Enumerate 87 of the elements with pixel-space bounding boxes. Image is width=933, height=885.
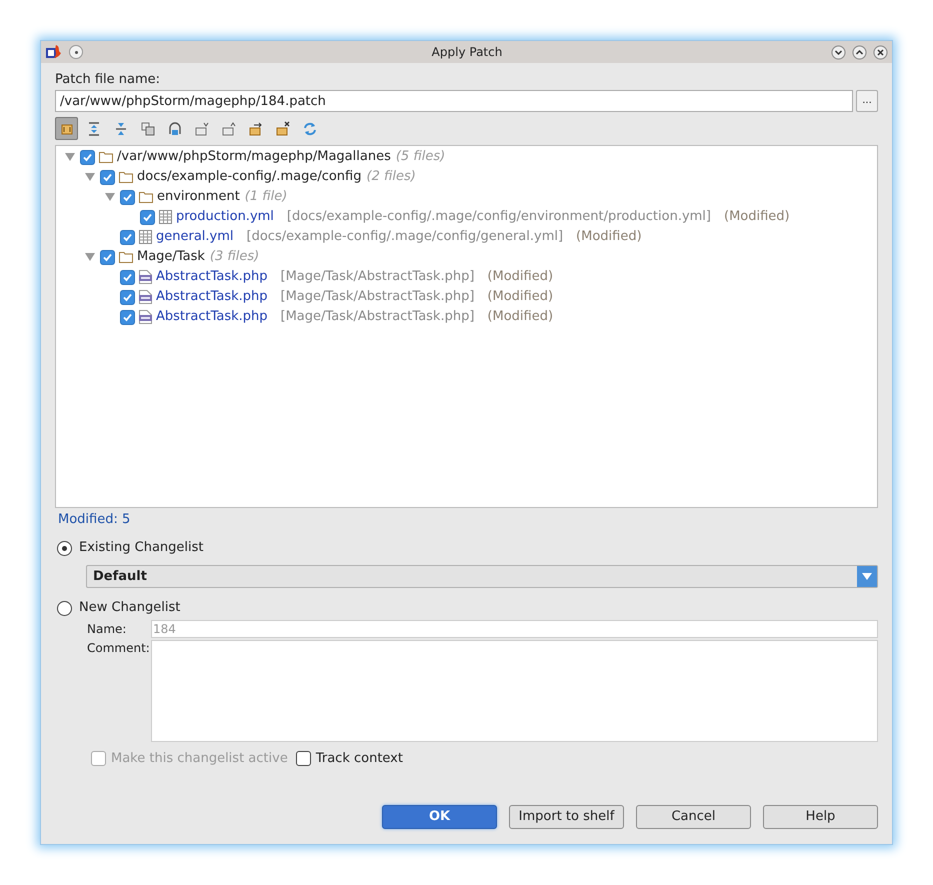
- checkbox[interactable]: [80, 150, 95, 164]
- file-name: general.yml: [156, 228, 234, 246]
- folder-name: environment: [157, 188, 240, 206]
- php-file-icon: [139, 290, 152, 304]
- strip-directories-icon: [166, 120, 182, 136]
- copy-icon: [140, 120, 156, 136]
- file-status: (Modified): [724, 208, 790, 226]
- checkmark-icon: [122, 192, 133, 202]
- folder-icon: [99, 151, 113, 163]
- file-path: [Mage/Task/AbstractTask.php]: [280, 308, 474, 326]
- file-name: AbstractTask.php: [156, 268, 268, 286]
- checkmark-icon: [122, 272, 133, 282]
- expanded-arrow-icon[interactable]: [105, 193, 115, 201]
- folder-name: Mage/Task: [137, 248, 205, 266]
- summary-text: Modified: 5: [58, 512, 132, 528]
- grid-file-icon: [159, 210, 172, 224]
- file-name: AbstractTask.php: [156, 288, 268, 306]
- file-path: [docs/example-config/.mage/config/general.yml]: [246, 228, 564, 246]
- expanded-arrow-icon[interactable]: [65, 153, 75, 161]
- checkbox[interactable]: [120, 310, 135, 324]
- app-logo-icon: [45, 43, 63, 61]
- pin-button[interactable]: [69, 45, 83, 59]
- folder-remove-icon: [274, 120, 290, 136]
- expanded-arrow-icon[interactable]: [85, 173, 95, 181]
- checkmark-icon: [82, 152, 93, 162]
- close-icon[interactable]: [873, 44, 888, 60]
- folder-up-icon: [220, 120, 236, 136]
- file-status: (Modified): [487, 288, 554, 306]
- expanded-arrow-icon[interactable]: [85, 253, 95, 261]
- folder-name: /var/www/phpStorm/magephp/Magallanes: [117, 148, 391, 166]
- field-label: Patch file name:: [55, 71, 162, 89]
- comment-label: Comment:: [87, 640, 151, 656]
- checkmark-icon: [122, 292, 133, 302]
- file-path: [Mage/Task/AbstractTask.php]: [280, 268, 474, 286]
- checkbox[interactable]: [140, 210, 155, 224]
- checkbox[interactable]: [120, 230, 135, 244]
- browse-button[interactable]: ...: [856, 90, 878, 112]
- patch-file-field[interactable]: /var/www/phpStorm/magephp/184.patch: [55, 90, 853, 112]
- checkmark-icon: [122, 312, 133, 322]
- checkmark-icon: [102, 252, 113, 262]
- maximize-icon[interactable]: [852, 44, 867, 60]
- folder-name: docs/example-config/.mage/config: [137, 168, 362, 186]
- folder-arrow-icon: [248, 120, 264, 136]
- dialog-button[interactable]: Cancel: [636, 805, 751, 829]
- refresh-icon: [302, 120, 318, 136]
- folder-icon: [139, 191, 153, 203]
- folder-icon: [119, 251, 133, 263]
- checkbox[interactable]: [100, 170, 115, 184]
- dialog-button[interactable]: Help: [763, 805, 878, 829]
- file-status: (Modified): [576, 228, 642, 246]
- folder-down-icon: [194, 120, 210, 136]
- checkbox[interactable]: [120, 290, 135, 304]
- window-title: Apply Patch: [430, 44, 504, 61]
- checkmark-icon: [122, 232, 133, 242]
- checkbox[interactable]: [120, 270, 135, 284]
- checkbox[interactable]: [296, 751, 311, 766]
- comment-field[interactable]: [151, 640, 878, 742]
- file-path: [docs/example-config/.mage/config/environment/production.yml]: [286, 208, 711, 226]
- radio-button[interactable]: [57, 540, 72, 556]
- grid-file-icon: [139, 230, 152, 244]
- file-count: (2 files): [366, 168, 416, 186]
- file-name: production.yml: [176, 208, 274, 226]
- dialog-button[interactable]: OK: [382, 805, 497, 829]
- file-status: (Modified): [487, 308, 554, 326]
- checkmark-icon: [102, 172, 113, 182]
- checkbox-label: Make this changelist active: [111, 750, 288, 768]
- checkbox[interactable]: [120, 190, 135, 204]
- radio-button[interactable]: [57, 600, 72, 616]
- file-path: [Mage/Task/AbstractTask.php]: [280, 288, 474, 306]
- file-name: AbstractTask.php: [156, 308, 268, 326]
- file-status: (Modified): [487, 268, 554, 286]
- file-count: (5 files): [396, 148, 446, 166]
- php-file-icon: [139, 310, 152, 324]
- checkbox[interactable]: [100, 250, 115, 264]
- php-file-icon: [139, 270, 152, 284]
- folder-icon: [119, 171, 133, 183]
- name-label: Name:: [87, 621, 128, 638]
- file-count: (1 file): [244, 188, 288, 206]
- dialog-button[interactable]: Import to shelf: [509, 805, 624, 829]
- checkbox-label: Track context: [316, 750, 403, 768]
- radio-label: Existing Changelist: [79, 540, 204, 556]
- file-count: (3 files): [210, 248, 260, 266]
- checkmark-icon: [142, 212, 153, 222]
- changelist-dropdown[interactable]: Default: [86, 565, 878, 588]
- minimize-icon[interactable]: [831, 44, 846, 60]
- radio-label: New Changelist: [79, 600, 180, 616]
- dropdown-arrow-icon: [862, 573, 872, 580]
